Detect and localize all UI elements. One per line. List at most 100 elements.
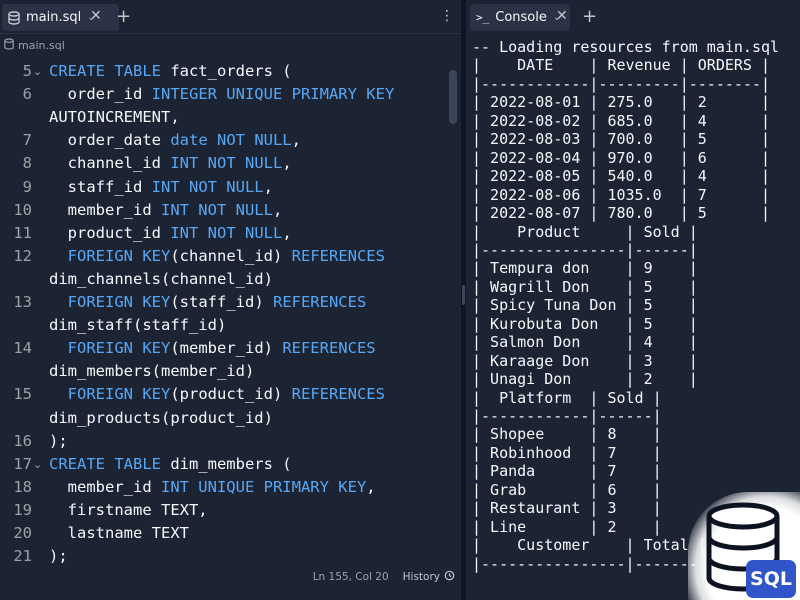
tab-label: Console bbox=[495, 10, 547, 25]
code-line: order_id INTEGER UNIQUE PRIMARY KEY bbox=[49, 85, 395, 104]
code-line: order_date date NOT NULL, bbox=[49, 131, 301, 149]
line-number: 6 bbox=[22, 85, 32, 104]
code-line: FOREIGN KEY(channel_id) REFERENCES bbox=[49, 247, 385, 265]
line-number: 11 bbox=[13, 223, 32, 242]
code-text: ); bbox=[49, 431, 68, 450]
code-text: AUTOINCREMENT, bbox=[49, 108, 180, 127]
console-output-line: | 2022-08-01 | 275.0 | 2 | bbox=[472, 93, 771, 112]
console-output-line: | Salmon Don | 4 | bbox=[472, 333, 698, 352]
console-output-line: | Wagrill Don | 5 | bbox=[472, 277, 698, 296]
console-output-line: | 2022-08-07 | 780.0 | 5 | bbox=[472, 204, 771, 223]
line-number: 16 bbox=[13, 431, 32, 450]
code-text: product_id bbox=[49, 223, 171, 242]
console-output-line: | 2022-08-06 | 1035.0 | 7 | bbox=[472, 185, 771, 204]
console-output-line: | Platform | Sold | bbox=[472, 388, 662, 407]
code-line: AUTOINCREMENT, bbox=[49, 108, 180, 126]
editor-tab-bar: main.sql ⌄ ✕ + ⋮ bbox=[0, 0, 461, 34]
console-output-line: | Product | Sold | bbox=[472, 222, 698, 241]
code-text: , bbox=[263, 177, 273, 196]
code-line: staff_id INT NOT NULL, bbox=[49, 178, 273, 196]
code-text: staff_id bbox=[49, 177, 152, 196]
console-status-line: -- Loading resources from main.sql bbox=[472, 38, 780, 56]
history-icon bbox=[444, 570, 455, 584]
breadcrumb: main.sql bbox=[0, 34, 461, 56]
line-number: 17 bbox=[13, 454, 32, 473]
app-window: main.sql ⌄ ✕ + ⋮ main.sql 5 ⌄ CREATE TABLE… bbox=[0, 0, 800, 600]
code-line: CREATE TABLE fact_orders ( bbox=[49, 62, 292, 80]
code-line: FOREIGN KEY(staff_id) REFERENCES bbox=[49, 293, 367, 311]
code-line: FOREIGN KEY(member_id) REFERENCES bbox=[49, 339, 376, 357]
sql-keyword: FOREIGN KEY bbox=[67, 385, 171, 404]
sql-keyword: CREATE TABLE bbox=[49, 62, 161, 80]
line-number: 9 bbox=[22, 177, 32, 196]
fold-chevron-icon[interactable]: ⌄ bbox=[33, 65, 42, 78]
code-line: dim_members(member_id) bbox=[49, 362, 254, 380]
sql-keyword: FOREIGN KEY bbox=[67, 339, 171, 358]
code-text: dim_products(product_id) bbox=[49, 408, 273, 427]
more-options-icon[interactable]: ⋮ bbox=[440, 8, 454, 24]
sql-keyword: INT NOT NULL bbox=[170, 154, 283, 173]
code-text: , bbox=[366, 477, 376, 496]
line-number: 19 bbox=[13, 500, 32, 519]
sql-logo: SQL bbox=[688, 492, 800, 600]
code-text: , bbox=[291, 131, 301, 150]
code-text: member_id bbox=[49, 200, 161, 219]
sql-keyword: INT UNIQUE PRIMARY KEY bbox=[160, 477, 367, 496]
sql-keyword: CREATE TABLE bbox=[49, 454, 161, 473]
console-output-line: |----------------|------- bbox=[472, 554, 698, 573]
code-line: CREATE TABLE dim_members ( bbox=[49, 455, 292, 473]
code-line: ); bbox=[49, 432, 68, 450]
code-line: firstname TEXT, bbox=[49, 501, 208, 519]
database-icon bbox=[8, 10, 20, 25]
code-text: (staff_id) bbox=[170, 293, 273, 311]
editor-scrollbar[interactable] bbox=[449, 70, 457, 124]
line-number: 5 bbox=[22, 62, 32, 80]
code-text: ); bbox=[49, 547, 68, 566]
code-text: member_id bbox=[49, 477, 161, 496]
code-line: dim_staff(staff_id) bbox=[49, 316, 226, 334]
code-text: (member_id) bbox=[170, 339, 283, 358]
line-number: 21 bbox=[13, 547, 32, 566]
code-line: ); bbox=[49, 547, 68, 565]
code-text: dim_channels(channel_id) bbox=[49, 269, 273, 288]
code-line: product_id INT NOT NULL, bbox=[49, 224, 292, 242]
console-output-line: |------------|------| bbox=[472, 407, 662, 425]
sql-keyword: INT NOT NULL bbox=[170, 223, 283, 242]
sql-keyword: INT NOT NULL bbox=[160, 200, 273, 219]
cursor-position[interactable]: Ln 155, Col 20 bbox=[313, 571, 389, 583]
add-tab-icon[interactable]: + bbox=[116, 6, 131, 27]
console-output-line: | Tempura don | 9 | bbox=[472, 259, 698, 278]
fold-chevron-icon[interactable]: ⌄ bbox=[33, 458, 42, 471]
sql-keyword: REFERENCES bbox=[291, 246, 385, 265]
add-tab-icon[interactable]: + bbox=[582, 6, 597, 27]
code-text: , bbox=[272, 200, 283, 219]
code-text: , bbox=[282, 154, 292, 173]
code-text: order_id bbox=[49, 85, 152, 104]
history-label: History bbox=[402, 571, 440, 583]
editor-pane: main.sql ⌄ ✕ + ⋮ main.sql 5 ⌄ CREATE TABLE… bbox=[0, 0, 461, 596]
console-output-line: | Robinhood | 7 | bbox=[472, 443, 662, 462]
code-text: lastname TEXT bbox=[49, 524, 189, 542]
console-output-line: |------------|---------|--------| bbox=[472, 74, 771, 93]
console-output-line: | 2022-08-03 | 700.0 | 5 | bbox=[472, 130, 771, 149]
close-tab-icon[interactable]: ✕ bbox=[556, 8, 568, 24]
line-number: 20 bbox=[13, 524, 32, 542]
history-button[interactable]: History bbox=[403, 570, 455, 584]
code-line: FOREIGN KEY(product_id) REFERENCES bbox=[49, 385, 385, 403]
sql-keyword: FOREIGN KEY bbox=[67, 293, 171, 311]
sql-keyword: FOREIGN KEY bbox=[67, 246, 171, 265]
console-output-line: | Grab | 6 | bbox=[472, 480, 662, 499]
resize-handle[interactable] bbox=[462, 285, 465, 305]
tab-console[interactable]: >_ Console ⌄ bbox=[470, 4, 570, 31]
console-output-line: | Shopee | 8 | bbox=[472, 425, 662, 444]
breadcrumb-file[interactable]: main.sql bbox=[18, 39, 65, 52]
code-text: dim_staff(staff_id) bbox=[49, 316, 227, 335]
line-number: 15 bbox=[13, 385, 32, 404]
console-output-line: | Line | 2 | bbox=[472, 517, 662, 536]
close-tab-icon[interactable]: ✕ bbox=[90, 8, 102, 24]
editor-status-bar: Ln 155, Col 20 History bbox=[0, 566, 461, 588]
